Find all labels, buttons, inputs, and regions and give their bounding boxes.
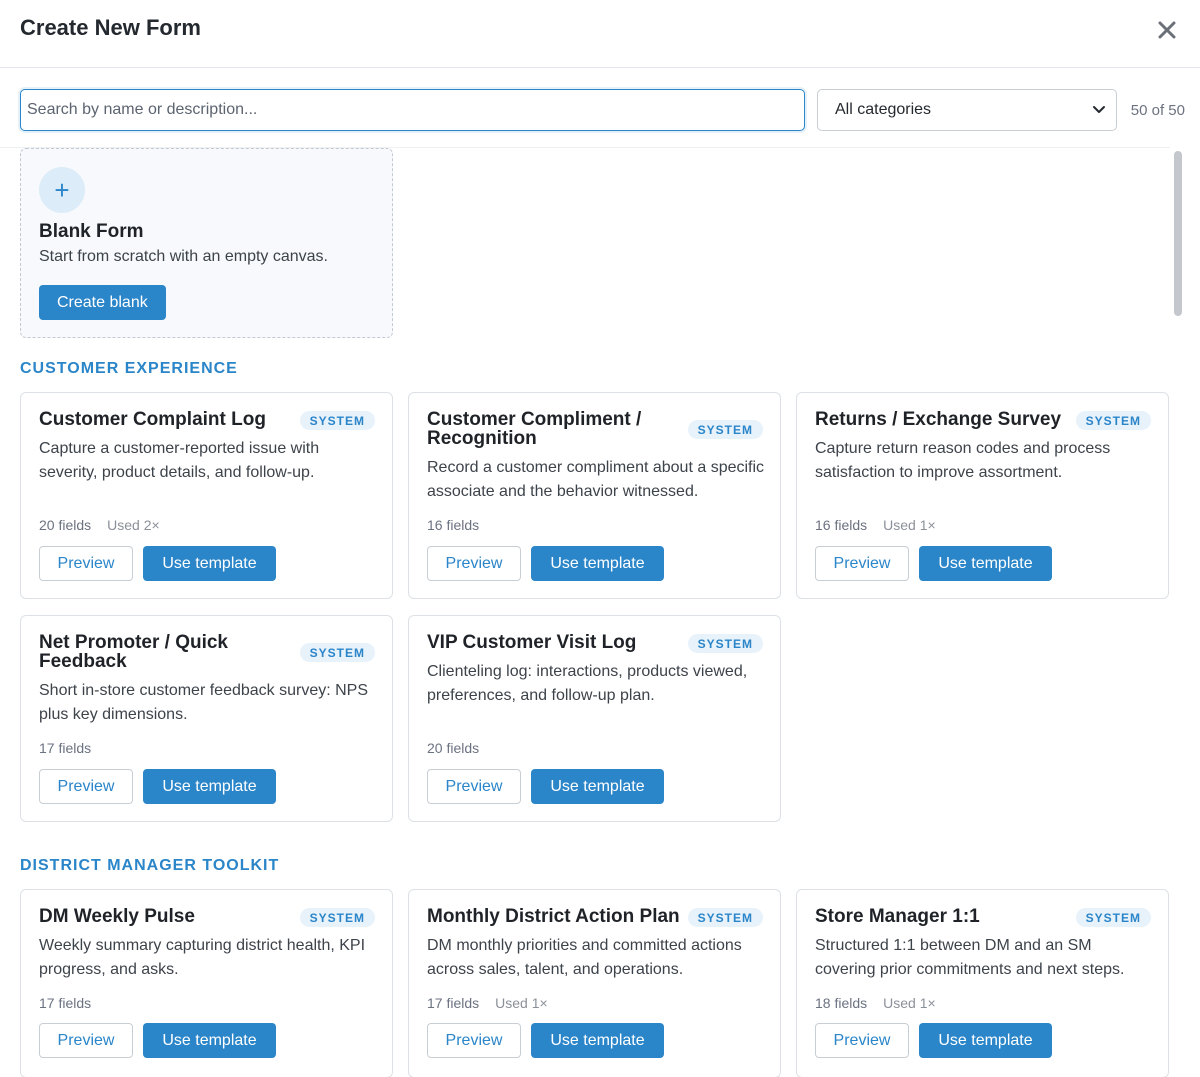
- usage-count: Used 1×: [495, 995, 548, 1011]
- template-card: Returns / Exchange Survey SYSTEM Capture…: [796, 392, 1169, 599]
- close-icon: [1158, 21, 1176, 39]
- blank-form-card: + Blank Form Start from scratch with an …: [20, 148, 393, 338]
- usage-count: Used 2×: [107, 517, 160, 533]
- toolbar: All categories 50 of 50: [20, 89, 1185, 131]
- scrollbar[interactable]: [1170, 147, 1200, 1077]
- template-description: Record a customer compliment about a spe…: [427, 459, 765, 500]
- template-name: Customer Complaint Log: [39, 409, 266, 430]
- preview-button[interactable]: Preview: [39, 1023, 133, 1058]
- modal-title: Create New Form: [20, 15, 201, 40]
- system-badge: SYSTEM: [299, 908, 375, 927]
- scrollbar-thumb[interactable]: [1174, 151, 1182, 316]
- use-template-button[interactable]: Use template: [143, 546, 276, 581]
- template-name: Net Promoter / Quick Feedback: [39, 632, 228, 672]
- template-name: Monthly District Action Plan: [427, 906, 680, 927]
- result-count: 50 of 50: [1130, 101, 1185, 119]
- template-meta: 17 fields Used 1×: [427, 995, 548, 1011]
- template-meta: 16 fields: [427, 517, 495, 533]
- template-card: Customer Compliment / Recognition SYSTEM…: [408, 392, 781, 599]
- use-template-button[interactable]: Use template: [143, 769, 276, 804]
- template-card: Store Manager 1:1 SYSTEM Structured 1:1 …: [796, 889, 1169, 1077]
- use-template-button[interactable]: Use template: [531, 546, 664, 581]
- system-badge: SYSTEM: [687, 634, 763, 653]
- template-description: DM monthly priorities and committed acti…: [427, 937, 742, 978]
- template-description: Clienteling log: interactions, products …: [427, 663, 748, 704]
- blank-form-title: Blank Form: [39, 221, 144, 242]
- template-meta: 20 fields: [427, 740, 495, 756]
- use-template-button[interactable]: Use template: [919, 546, 1052, 581]
- template-name: Store Manager 1:1: [815, 906, 980, 927]
- template-meta: 18 fields Used 1×: [815, 995, 936, 1011]
- template-card: Monthly District Action Plan SYSTEM DM m…: [408, 889, 781, 1077]
- template-name: Customer Compliment / Recognition: [427, 409, 642, 449]
- template-meta: 20 fields Used 2×: [39, 517, 160, 533]
- template-description: Capture return reason codes and process …: [815, 440, 1111, 481]
- preview-button[interactable]: Preview: [815, 546, 909, 581]
- system-badge: SYSTEM: [1075, 908, 1151, 927]
- plus-icon: +: [39, 167, 85, 213]
- preview-button[interactable]: Preview: [427, 546, 521, 581]
- template-card: Customer Complaint Log SYSTEM Capture a …: [20, 392, 393, 599]
- blank-form-description: Start from scratch with an empty canvas.: [39, 248, 328, 265]
- template-meta: 17 fields: [39, 995, 107, 1011]
- field-count: 17 fields: [39, 740, 92, 756]
- use-template-button[interactable]: Use template: [919, 1023, 1052, 1058]
- template-card: Net Promoter / Quick Feedback SYSTEM Sho…: [20, 615, 393, 822]
- use-template-button[interactable]: Use template: [531, 769, 664, 804]
- template-description: Short in-store customer feedback survey:…: [39, 682, 369, 723]
- preview-button[interactable]: Preview: [39, 546, 133, 581]
- preview-button[interactable]: Preview: [427, 769, 521, 804]
- category-select-value: All categories: [835, 101, 932, 118]
- field-count: 20 fields: [427, 740, 480, 756]
- category-select[interactable]: All categories: [817, 89, 1117, 131]
- create-blank-button[interactable]: Create blank: [39, 285, 166, 320]
- field-count: 17 fields: [427, 995, 480, 1011]
- field-count: 18 fields: [815, 995, 868, 1011]
- use-template-button[interactable]: Use template: [531, 1023, 664, 1058]
- template-description: Capture a customer-reported issue with s…: [39, 440, 320, 481]
- preview-button[interactable]: Preview: [815, 1023, 909, 1058]
- template-name: Returns / Exchange Survey: [815, 409, 1062, 430]
- system-badge: SYSTEM: [299, 643, 375, 662]
- template-meta: 17 fields: [39, 740, 107, 756]
- template-name: DM Weekly Pulse: [39, 906, 195, 927]
- field-count: 17 fields: [39, 995, 92, 1011]
- field-count: 16 fields: [815, 517, 868, 533]
- template-list: + Blank Form Start from scratch with an …: [0, 147, 1170, 1077]
- template-description: Structured 1:1 between DM and an SM cove…: [815, 937, 1125, 978]
- template-name: VIP Customer Visit Log: [427, 632, 637, 653]
- field-count: 16 fields: [427, 517, 480, 533]
- system-badge: SYSTEM: [1075, 411, 1151, 430]
- template-card: DM Weekly Pulse SYSTEM Weekly summary ca…: [20, 889, 393, 1077]
- template-meta: 16 fields Used 1×: [815, 517, 936, 533]
- system-badge: SYSTEM: [299, 411, 375, 430]
- chevron-down-icon: [1093, 106, 1105, 113]
- usage-count: Used 1×: [883, 995, 936, 1011]
- system-badge: SYSTEM: [687, 908, 763, 927]
- section-title: CUSTOMER EXPERIENCE: [20, 360, 238, 377]
- close-button[interactable]: [1154, 17, 1180, 43]
- search-input[interactable]: [20, 89, 805, 131]
- usage-count: Used 1×: [883, 517, 936, 533]
- use-template-button[interactable]: Use template: [143, 1023, 276, 1058]
- section-title: DISTRICT MANAGER TOOLKIT: [20, 857, 280, 874]
- system-badge: SYSTEM: [687, 420, 763, 439]
- preview-button[interactable]: Preview: [427, 1023, 521, 1058]
- modal-header: Create New Form: [0, 0, 1200, 68]
- template-card: VIP Customer Visit Log SYSTEM Clientelin…: [408, 615, 781, 822]
- template-description: Weekly summary capturing district health…: [39, 937, 366, 978]
- preview-button[interactable]: Preview: [39, 769, 133, 804]
- field-count: 20 fields: [39, 517, 92, 533]
